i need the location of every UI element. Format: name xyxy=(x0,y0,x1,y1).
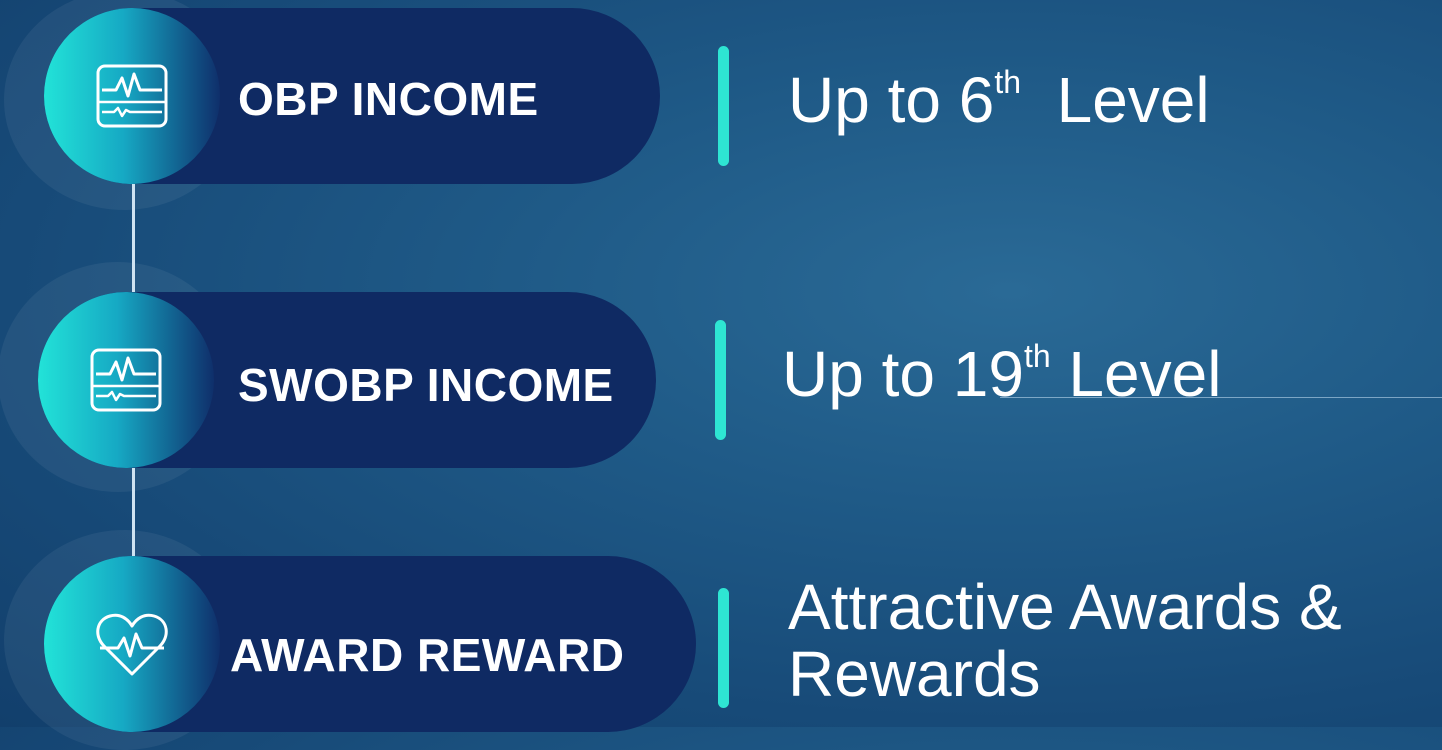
swobp-income-label: SWOBP INCOME xyxy=(238,359,614,411)
award-reward-label: AWARD REWARD xyxy=(230,629,625,681)
desc-suffix: Level xyxy=(1050,338,1222,410)
accent-bar-3 xyxy=(718,588,729,708)
desc-superscript: th xyxy=(1023,338,1051,374)
heart-pulse-icon xyxy=(96,613,168,676)
accent-bar-2 xyxy=(715,320,726,440)
desc-line-1: Attractive Awards & xyxy=(788,571,1342,643)
accent-bar-1 xyxy=(718,46,729,166)
timeline-connector-1 xyxy=(132,180,135,298)
award-reward-icon-circle xyxy=(44,556,220,732)
heartbeat-monitor-icon xyxy=(90,348,162,412)
desc-line-2: Rewards xyxy=(788,638,1041,711)
obp-income-description: Up to 6th Level xyxy=(788,66,1210,132)
swobp-income-description: Up to 19th Level xyxy=(782,340,1221,406)
obp-income-icon-circle xyxy=(44,8,220,184)
award-reward-description: Attractive Awards & Rewards xyxy=(788,571,1442,711)
desc-prefix: Up to 19 xyxy=(782,338,1024,410)
obp-income-label: OBP INCOME xyxy=(238,73,539,125)
desc-prefix: Up to 6 xyxy=(788,64,995,136)
desc-suffix: Level xyxy=(1021,64,1210,136)
swobp-income-icon-circle xyxy=(38,292,214,468)
desc-superscript: th xyxy=(994,64,1022,100)
heartbeat-monitor-icon xyxy=(96,64,168,128)
timeline-connector-2 xyxy=(132,465,135,563)
